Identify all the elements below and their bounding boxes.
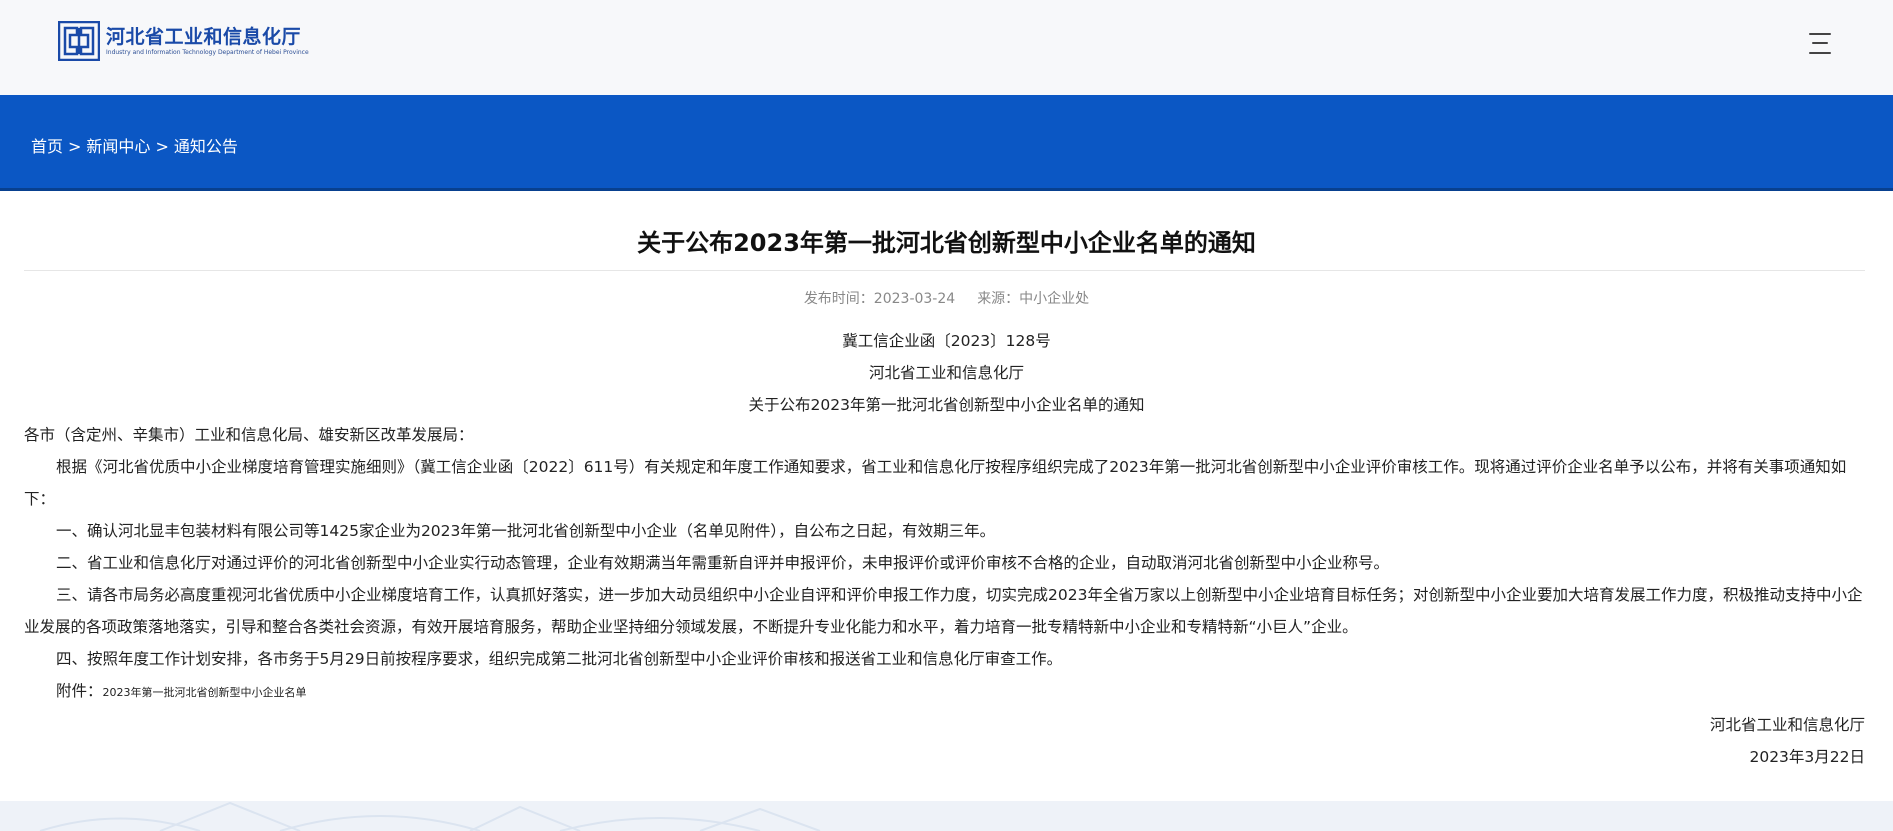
logo-emblem-icon <box>58 21 100 61</box>
item-2-paragraph: 二、省工业和信息化厅对通过评价的河北省创新型中小企业实行动态管理，企业有效期满当… <box>56 554 1390 572</box>
article-title: 关于公布2023年第一批河北省创新型中小企业名单的通知 <box>637 229 1256 257</box>
salutation: 各市（含定州、辛集市）工业和信息化局、雄安新区改革发展局： <box>24 426 474 444</box>
breadcrumb-separator: > <box>155 137 169 156</box>
item-4-paragraph: 四、按照年度工作计划安排，各市务于5月29日前按程序要求，组织完成第二批河北省创… <box>56 650 1063 668</box>
site-name-english: Industry and Information Technology Depa… <box>106 49 309 56</box>
footer-pattern-icon <box>39 801 821 831</box>
site-header: 河北省工业和信息化厅 Industry and Information Tech… <box>0 0 1893 95</box>
article-panel: 关于公布2023年第一批河北省创新型中小企业名单的通知 发布时间：2023-03… <box>0 191 1893 801</box>
breadcrumb-separator: > <box>68 137 82 156</box>
site-logo[interactable]: 河北省工业和信息化厅 Industry and Information Tech… <box>58 21 309 61</box>
site-name: 河北省工业和信息化厅 <box>106 26 302 48</box>
issuer-line: 河北省工业和信息化厅 <box>868 364 1024 382</box>
hamburger-menu-icon[interactable] <box>1809 31 1831 55</box>
breadcrumb-news-center[interactable]: 新闻中心 <box>86 137 150 156</box>
breadcrumb: 首页 > 新闻中心 > 通知公告 <box>31 133 238 157</box>
intro-paragraph: 根据《河北省优质中小企业梯度培育管理实施细则》（冀工信企业函〔2022〕611号… <box>24 458 1847 508</box>
footer-decoration <box>0 801 1893 831</box>
article-meta: 发布时间：2023-03-24 来源：中小企业处 <box>0 288 1893 308</box>
breadcrumb-notices[interactable]: 通知公告 <box>174 137 238 156</box>
document-subtitle: 关于公布2023年第一批河北省创新型中小企业名单的通知 <box>748 396 1145 414</box>
item-3-paragraph: 三、请各市局务必高度重视河北省优质中小企业梯度培育工作，认真抓好落实，进一步加大… <box>24 586 1863 636</box>
attachment-label: 附件： <box>56 682 103 700</box>
signature-date: 2023年3月22日 <box>1749 748 1865 766</box>
signature: 河北省工业和信息化厅 <box>1709 716 1865 734</box>
attachment-line: 附件：2023年第一批河北省创新型中小企业名单 <box>24 675 1869 709</box>
document-number: 冀工信企业函〔2023〕128号 <box>842 332 1051 350</box>
attachment-link[interactable]: 2023年第一批河北省创新型中小企业名单 <box>103 686 307 699</box>
breadcrumb-home[interactable]: 首页 <box>31 137 63 156</box>
publish-time: 发布时间：2023-03-24 <box>803 291 956 307</box>
page-banner: 首页 > 新闻中心 > 通知公告 <box>0 95 1893 191</box>
title-divider <box>24 270 1865 271</box>
item-1-paragraph: 一、确认河北显丰包装材料有限公司等1425家企业为2023年第一批河北省创新型中… <box>56 522 996 540</box>
article-source: 来源：中小企业处 <box>977 291 1090 307</box>
